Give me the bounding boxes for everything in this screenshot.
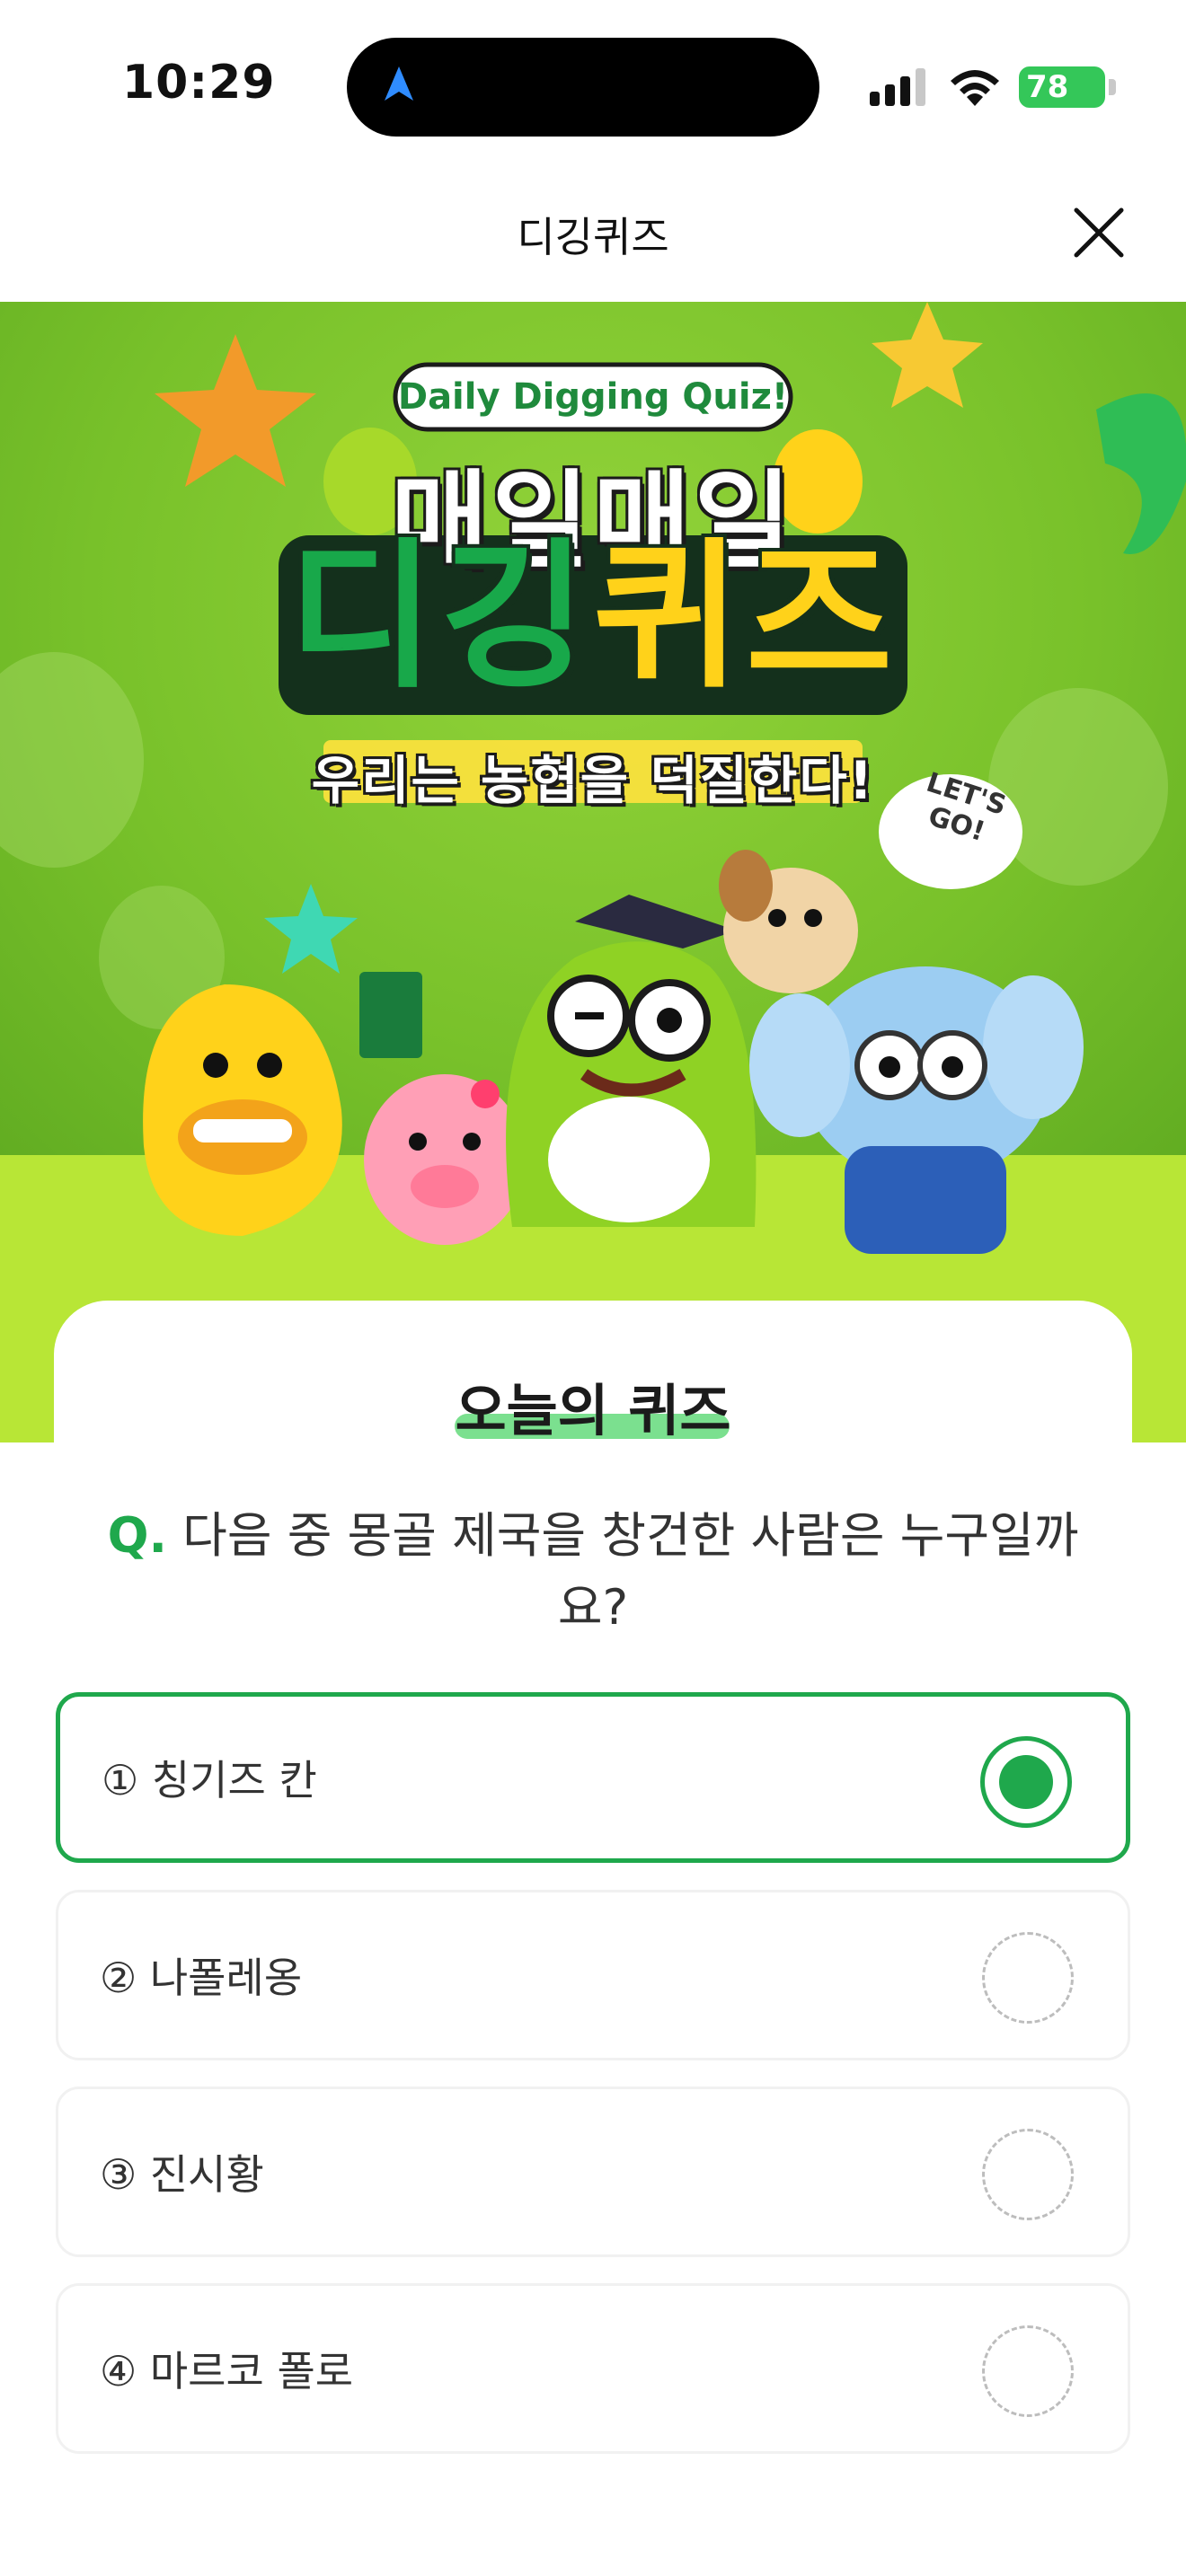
- hero-title-yellow: 퀴즈: [593, 524, 898, 710]
- app-header: 디깅퀴즈: [0, 171, 1186, 302]
- radio-empty-icon[interactable]: [982, 1932, 1074, 2024]
- quiz-option-1[interactable]: ① 칭기즈 칸: [56, 1692, 1130, 1863]
- character-duck: [143, 984, 342, 1236]
- question-prefix: Q.: [107, 1507, 167, 1564]
- character-pig: [364, 1074, 526, 1245]
- option-label: ③ 진시황: [100, 2150, 264, 2199]
- quiz-option-4[interactable]: ④ 마르코 폴로: [56, 2283, 1130, 2454]
- question-text: 다음 중 몽골 제국을 창건한 사람은 누구일까요?: [182, 1507, 1079, 1636]
- character-dog: [719, 850, 858, 993]
- battery-level: 78: [1026, 69, 1069, 105]
- radio-empty-icon[interactable]: [982, 2325, 1074, 2417]
- green-book: [359, 972, 422, 1058]
- option-label: ④ 마르코 폴로: [100, 2347, 354, 2395]
- page-title: 디깅퀴즈: [517, 213, 669, 261]
- wifi-icon: [951, 70, 999, 106]
- option-label: ② 나폴레옹: [100, 1954, 303, 2002]
- radio-dot: [999, 1755, 1053, 1809]
- quiz-option-3[interactable]: ③ 진시황: [56, 2086, 1130, 2257]
- close-icon[interactable]: [1069, 203, 1128, 262]
- card-title: 오늘의 퀴즈: [455, 1378, 731, 1443]
- star-teal-icon: [264, 884, 358, 974]
- hero-title-green: 디깅: [288, 524, 593, 710]
- quiz-option-2[interactable]: ② 나폴레옹: [56, 1890, 1130, 2060]
- status-time: 10:29: [122, 56, 276, 110]
- radio-empty-icon[interactable]: [982, 2129, 1074, 2220]
- character-green-monster: [506, 895, 757, 1227]
- option-label: ① 칭기즈 칸: [102, 1756, 317, 1804]
- hero-title-line2: 디깅퀴즈: [0, 537, 1186, 697]
- location-arrow-icon: [385, 66, 413, 101]
- banner-english-text: Daily Digging Quiz!: [397, 376, 789, 418]
- battery-indicator: 78: [1019, 66, 1105, 108]
- radio-selected-icon[interactable]: [980, 1736, 1072, 1828]
- character-elephant: [749, 966, 1084, 1254]
- cellular-signal-icon: [870, 68, 925, 106]
- hero-banner: Daily Digging Quiz! 매일매일 디깅퀴즈 우리는 농협을 덕질…: [0, 302, 1186, 1442]
- battery-tip: [1109, 79, 1116, 95]
- star-yellow-icon: [872, 302, 983, 408]
- status-bar: 10:29 78: [0, 0, 1186, 171]
- quiz-question: Q. 다음 중 몽골 제국을 창건한 사람은 누구일까요?: [99, 1500, 1087, 1644]
